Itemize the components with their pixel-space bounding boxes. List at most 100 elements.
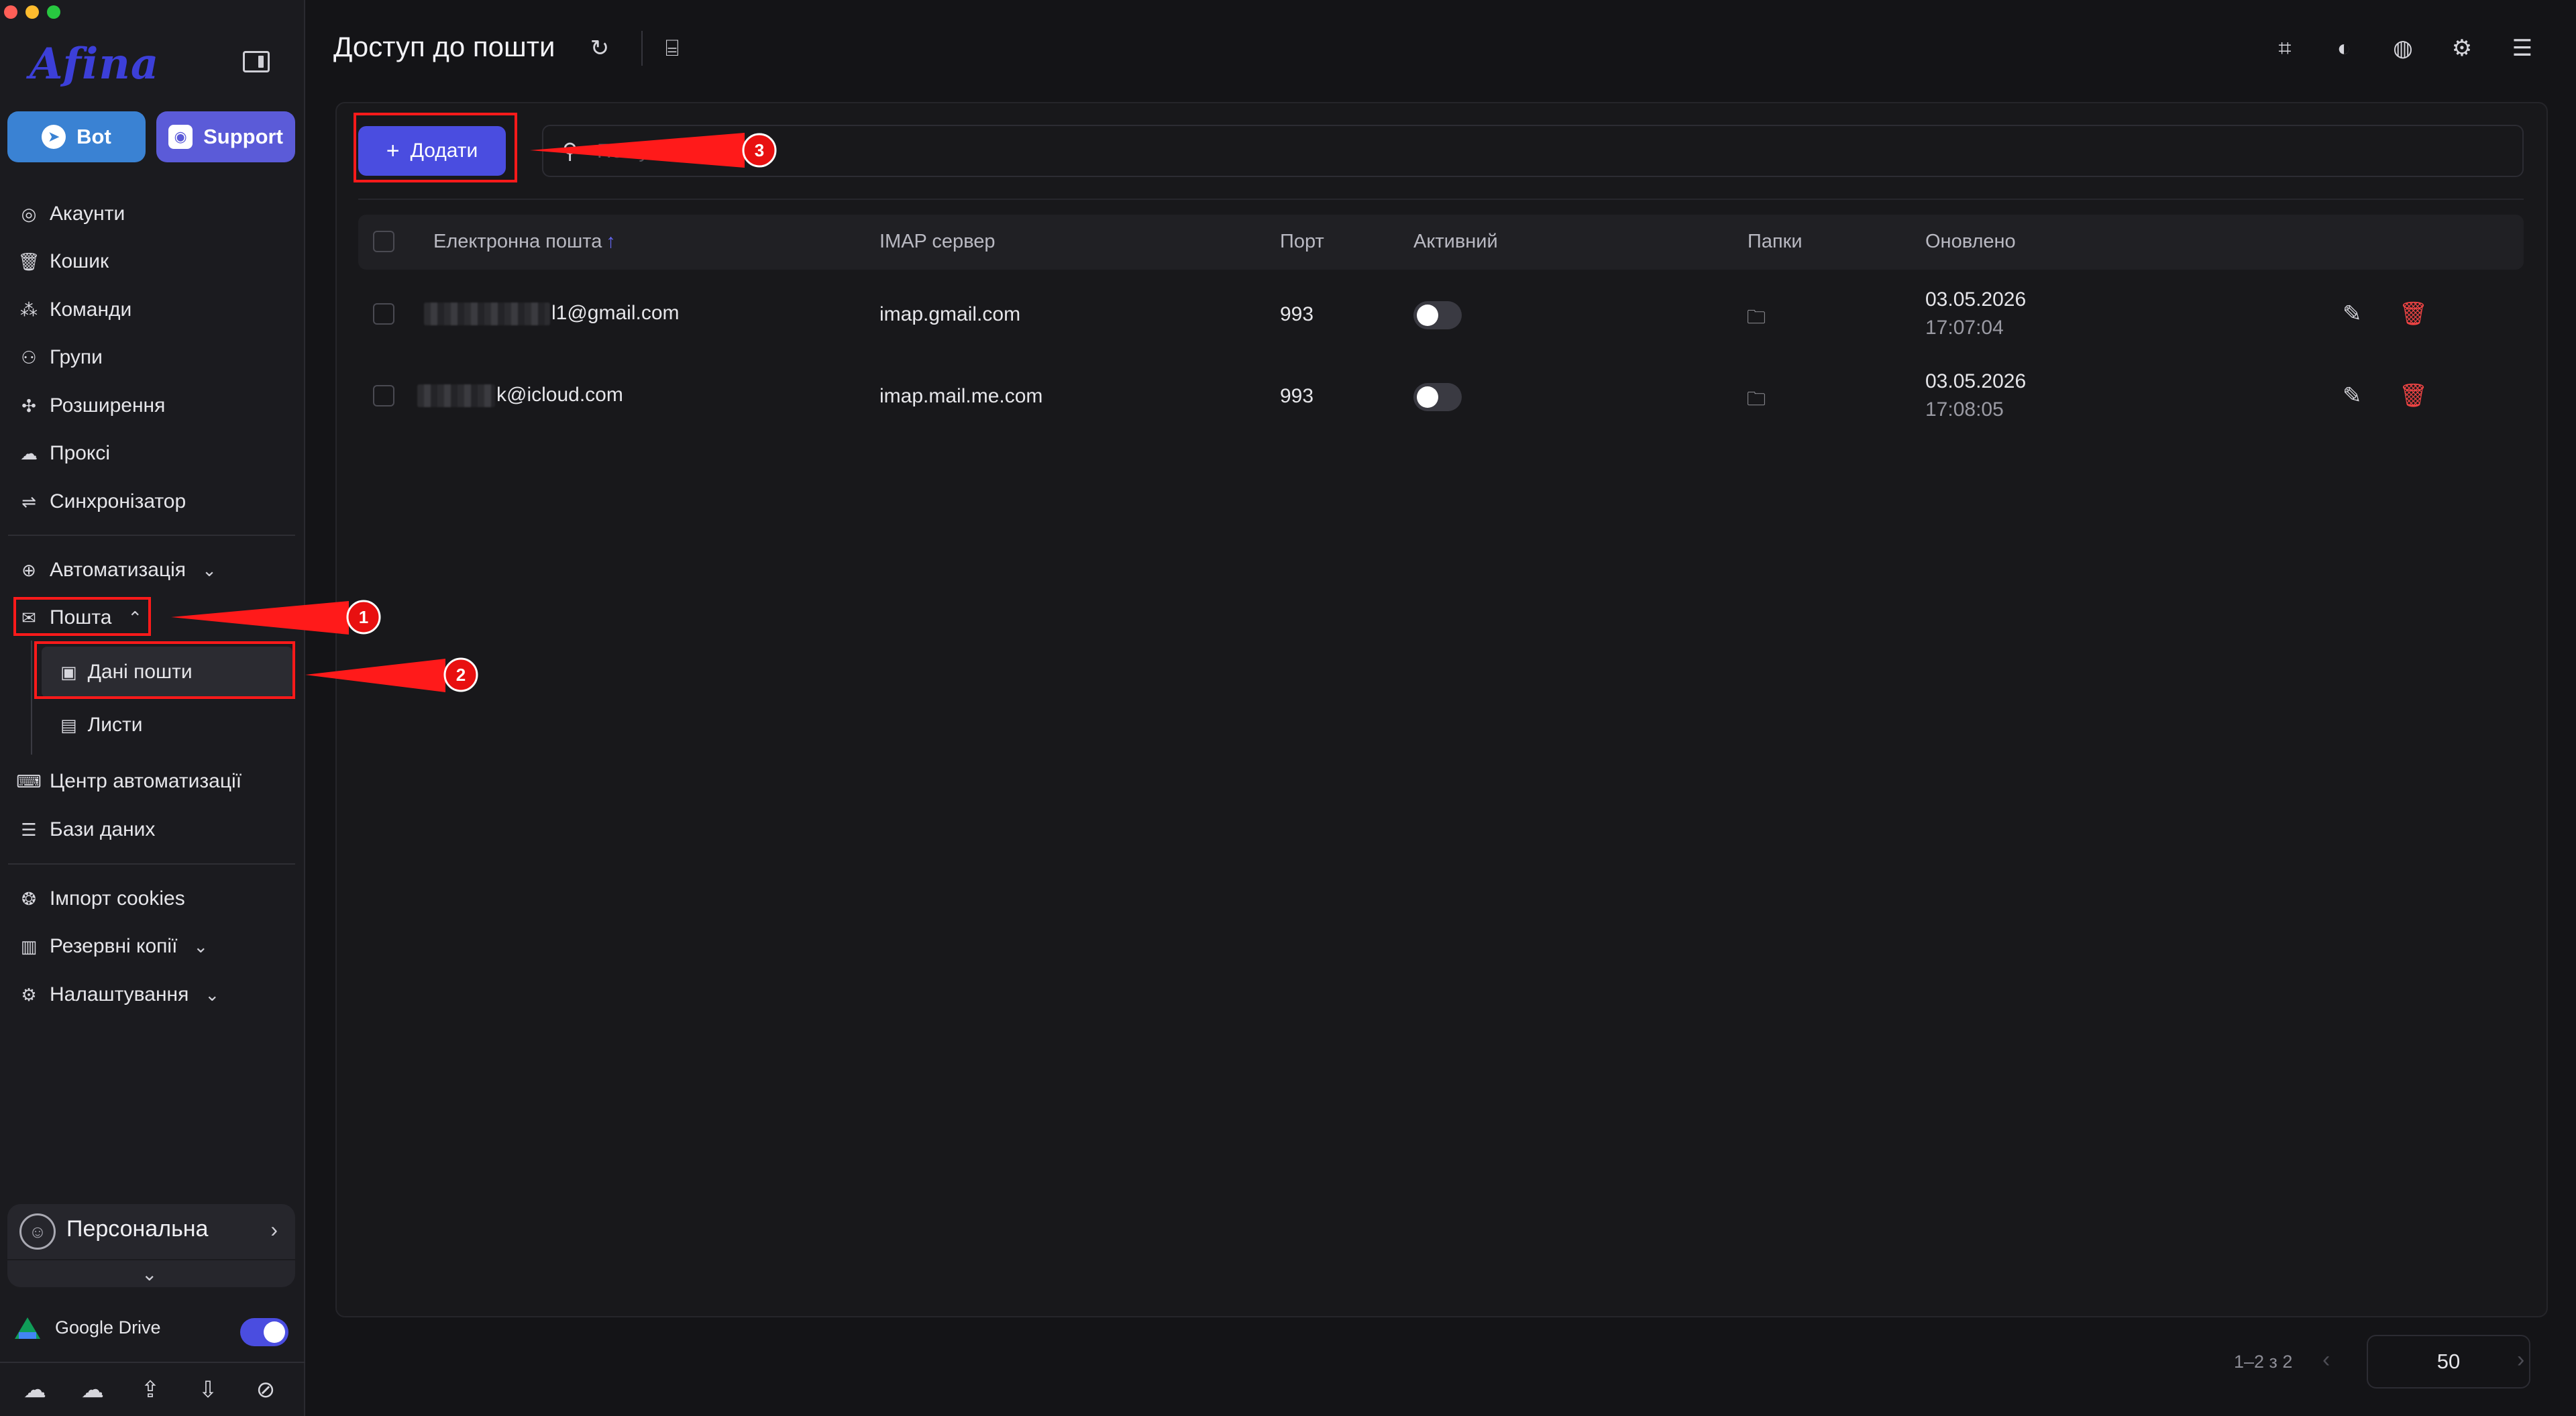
- chevron-right-icon[interactable]: ›: [270, 1217, 278, 1242]
- folder-icon[interactable]: 🗀: [1747, 385, 1766, 417]
- folder-upload-icon[interactable]: ⇪: [136, 1375, 165, 1405]
- sort-arrow-up-icon: ↑: [606, 231, 616, 252]
- backup-icon: ▥: [20, 936, 38, 957]
- discord-icon: ◉: [168, 125, 193, 149]
- globe-icon[interactable]: ◍: [2388, 34, 2418, 63]
- trash-icon: 🗑︎: [17, 251, 40, 272]
- search-input[interactable]: [597, 134, 2475, 169]
- cloud-download-icon[interactable]: ☁: [78, 1375, 107, 1405]
- row-checkbox[interactable]: [373, 303, 394, 325]
- bot-button-label: Bot: [76, 125, 111, 148]
- refresh-icon[interactable]: ↻: [585, 34, 614, 63]
- sidebar-item-extensions[interactable]: ✣ Розширення: [19, 390, 165, 422]
- active-toggle[interactable]: [1413, 301, 1462, 329]
- column-header-email[interactable]: Електронна пошта ↑: [433, 231, 616, 253]
- maximize-window-button[interactable]: [47, 5, 60, 19]
- active-toggle[interactable]: [1413, 383, 1462, 411]
- google-drive-label: Google Drive: [55, 1317, 161, 1338]
- sidebar-item-label: Бази даних: [50, 818, 156, 840]
- sidebar-item-automation[interactable]: ⊕ Автоматизація ⌄: [19, 554, 217, 586]
- sidebar-item-import-cookies[interactable]: ❂ Імпорт cookies: [19, 883, 185, 915]
- page-size-select[interactable]: 50: [2367, 1335, 2530, 1388]
- search-box: ⚲: [542, 125, 2524, 177]
- redacted-text: [424, 303, 550, 326]
- sidebar-item-teams[interactable]: ⁂ Команди: [19, 294, 131, 326]
- edit-icon[interactable]: ✎: [2343, 382, 2362, 409]
- eye-off-icon[interactable]: ⊘: [251, 1375, 280, 1405]
- sidebar-item-databases[interactable]: ☰ Бази даних: [19, 814, 155, 846]
- layout-icon[interactable]: ☰: [2508, 34, 2537, 63]
- window-controls: [4, 5, 60, 19]
- sidebar-bottom-toolbar: ☁ ☁ ⇪ ⇩ ⊘: [20, 1375, 280, 1405]
- tag-icon[interactable]: ⌗: [2270, 34, 2300, 63]
- sidebar-item-label: Проксі: [50, 442, 111, 464]
- select-all-checkbox[interactable]: [373, 231, 394, 252]
- cookie-icon: ❂: [21, 888, 36, 909]
- support-button[interactable]: ◉ Support: [156, 111, 295, 162]
- inbox-icon: ▤: [60, 714, 77, 735]
- sidebar-item-label: Акаунти: [50, 203, 125, 225]
- column-header-folders: Папки: [1748, 231, 1803, 252]
- spoof-globe-icon[interactable]: ◐: [2329, 34, 2359, 63]
- chevron-down-icon[interactable]: ⌄: [142, 1263, 157, 1285]
- support-button-label: Support: [203, 125, 283, 148]
- table-row[interactable]: k@icloud.com imap.mail.me.com 993 🗀 03.0…: [358, 357, 2524, 437]
- sidebar-item-automation-center[interactable]: ⌨ Центр автоматизації: [16, 765, 241, 798]
- puzzle-icon: ✣: [21, 395, 36, 416]
- column-header-imap[interactable]: IMAP сервер: [879, 231, 996, 253]
- app-logo: Afina: [30, 39, 160, 89]
- telegram-icon: ➤: [42, 125, 66, 149]
- table-row[interactable]: l1@gmail.com imap.gmail.com 993 🗀 03.05.…: [358, 275, 2524, 356]
- gear-icon[interactable]: ⚙: [2447, 34, 2477, 63]
- laptop-icon: ⌨: [16, 771, 42, 792]
- google-drive-toggle[interactable]: [240, 1318, 288, 1346]
- sidebar-item-backups[interactable]: ▥ Резервні копії ⌄: [19, 930, 209, 963]
- folder-icon[interactable]: 🗀: [1747, 303, 1766, 335]
- edit-icon[interactable]: ✎: [2343, 301, 2362, 327]
- bot-button[interactable]: ➤ Bot: [7, 111, 146, 162]
- close-window-button[interactable]: [4, 5, 17, 19]
- next-page-icon[interactable]: ›: [2517, 1347, 2524, 1373]
- minimize-window-button[interactable]: [25, 5, 39, 19]
- sidebar-item-synchronizer[interactable]: ⇌ Синхронізатор: [19, 486, 186, 518]
- profile-switcher[interactable]: ☺ Персональна › ⌄: [7, 1204, 295, 1287]
- chevron-down-icon: ⌄: [205, 984, 220, 1005]
- profile-name: Персональна: [66, 1216, 209, 1242]
- code-file-icon[interactable]: ⌸: [657, 34, 687, 63]
- sidebar-item-accounts[interactable]: ◎ Акаунти: [19, 198, 125, 230]
- column-header-active[interactable]: Активний: [1413, 231, 1498, 253]
- toolbar-divider: [358, 199, 2524, 200]
- port-cell: 993: [1280, 303, 1314, 325]
- chevron-down-icon: ⌄: [193, 936, 209, 957]
- sidebar-toggle-icon[interactable]: [243, 51, 270, 72]
- email-cell: k@icloud.com: [417, 384, 623, 408]
- sidebar-item-label: Резервні копії: [50, 935, 178, 957]
- row-checkbox[interactable]: [373, 385, 394, 406]
- chevron-down-icon: ⌄: [202, 559, 217, 580]
- team-icon: ⁂: [20, 299, 38, 320]
- column-header-updated[interactable]: Оновлено: [1925, 231, 2016, 253]
- sidebar-item-label: Імпорт cookies: [50, 887, 185, 910]
- sidebar-item-proxy[interactable]: ☁︎ Проксі: [19, 437, 110, 470]
- folder-download-icon[interactable]: ⇩: [193, 1375, 223, 1405]
- sidebar-item-trash[interactable]: 🗑︎ Кошик: [17, 246, 109, 278]
- google-drive-sync: Google Drive: [15, 1316, 161, 1339]
- delete-icon[interactable]: 🗑︎: [2399, 382, 2428, 409]
- sidebar-item-label: Автоматизація: [50, 559, 186, 581]
- sidebar-item-label: Налаштування: [50, 983, 189, 1005]
- updated-time: 17:08:05: [1925, 398, 2004, 421]
- delete-icon[interactable]: 🗑︎: [2399, 301, 2428, 327]
- column-header-port[interactable]: Порт: [1280, 231, 1324, 253]
- sidebar-subitem-label: Листи: [87, 714, 143, 736]
- prev-page-icon[interactable]: ‹: [2322, 1347, 2330, 1373]
- sidebar-item-settings[interactable]: ⚙ Налаштування ⌄: [19, 979, 219, 1011]
- page-title: Доступ до пошти: [333, 31, 555, 62]
- updated-date: 03.05.2026: [1925, 370, 2027, 392]
- sidebar-item-groups[interactable]: ⚇ Групи: [19, 341, 103, 374]
- sidebar-item-label: Розширення: [50, 394, 166, 417]
- profile-divider: [7, 1259, 295, 1260]
- cloud-upload-icon[interactable]: ☁: [20, 1375, 50, 1405]
- gear-icon: ⚙: [21, 984, 37, 1005]
- sidebar-subitem-letters[interactable]: ▤ Листи: [42, 700, 292, 751]
- sidebar: Afina ➤ Bot ◉ Support ◎ Акаунти 🗑︎ Кошик…: [0, 0, 305, 1416]
